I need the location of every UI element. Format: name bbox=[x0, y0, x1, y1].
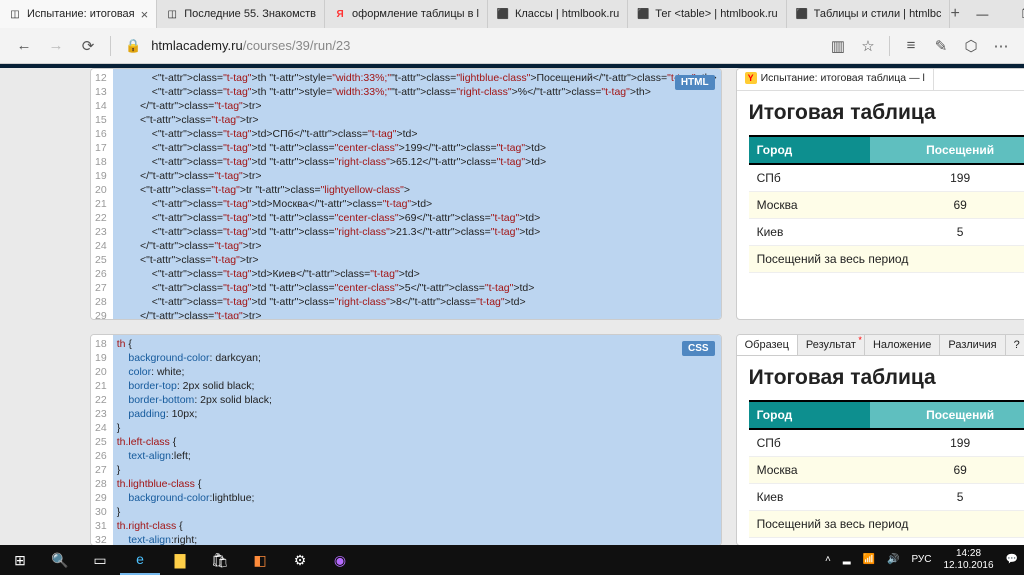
browser-tab-2[interactable]: Яоформление таблицы в l bbox=[325, 0, 488, 28]
reading-mode-icon[interactable]: ▥ bbox=[823, 37, 853, 55]
start-button[interactable]: ⊞ bbox=[0, 545, 40, 575]
favorite-icon[interactable]: ☆ bbox=[853, 37, 883, 55]
address-bar: ← → ⟳ 🔒 htmlacademy.ru/courses/39/run/23… bbox=[0, 28, 1024, 64]
share-icon[interactable]: ⬡ bbox=[956, 37, 986, 55]
divider bbox=[110, 36, 111, 56]
tray-lang[interactable]: РУС bbox=[905, 554, 937, 566]
line-gutter: 1819202122232425262728293031323334353637 bbox=[91, 335, 113, 546]
result-tab-overlay[interactable]: Наложение bbox=[865, 335, 940, 355]
result-tab-sample[interactable]: Образец bbox=[737, 335, 798, 355]
html-badge: HTML bbox=[675, 75, 715, 90]
new-tab-button[interactable]: + bbox=[950, 5, 959, 23]
tab-label: Тег <table> | htmlbook.ru bbox=[655, 8, 777, 20]
settings-icon[interactable]: ⚙ bbox=[280, 545, 320, 575]
explorer-icon[interactable]: ▇ bbox=[160, 545, 200, 575]
lock-icon: 🔒 bbox=[125, 38, 141, 54]
webnote-icon[interactable]: ✎ bbox=[926, 37, 956, 55]
yandex-icon: Y bbox=[745, 72, 757, 84]
result-title: Итоговая таблица bbox=[749, 366, 1024, 390]
tab-label: оформление таблицы в l bbox=[352, 8, 479, 20]
browser-tab-1[interactable]: ◫ Последние 55. Знакомств bbox=[157, 0, 325, 28]
preview-tab[interactable]: Y Испытание: итоговая таблица — l bbox=[737, 69, 934, 90]
back-button[interactable]: ← bbox=[8, 37, 40, 54]
browser-tab-5[interactable]: ⬛ Таблицы и стили | htmlbc bbox=[787, 0, 951, 28]
url-host: htmlacademy.ru bbox=[151, 38, 243, 53]
search-icon[interactable]: 🔍 bbox=[40, 545, 80, 575]
taskview-icon[interactable]: ▭ bbox=[80, 545, 120, 575]
tab-favicon: ⬛ bbox=[636, 7, 650, 21]
css-badge: CSS bbox=[682, 341, 715, 356]
tab-favicon: ⬛ bbox=[795, 7, 809, 21]
preview-tab-label: Испытание: итоговая таблица — l bbox=[761, 72, 925, 84]
tab-favicon: Я bbox=[333, 7, 347, 21]
tab-label: Классы | htmlbook.ru bbox=[515, 8, 619, 20]
tab-favicon: ⬛ bbox=[496, 7, 510, 21]
workspace: HTML 12131415161718192021222324252627282… bbox=[0, 68, 1024, 546]
app-icon[interactable]: ◧ bbox=[240, 545, 280, 575]
result-tabs: Образец Результат Наложение Различия ? bbox=[737, 335, 1024, 356]
tab-favicon: ◫ bbox=[165, 7, 179, 21]
forward-button[interactable]: → bbox=[40, 37, 72, 54]
result-tab-diff[interactable]: Различия bbox=[940, 335, 1005, 355]
html-editor[interactable]: HTML 12131415161718192021222324252627282… bbox=[90, 68, 722, 320]
divider bbox=[889, 36, 890, 56]
edge-icon[interactable]: e bbox=[120, 545, 160, 575]
result-tab-help[interactable]: ? bbox=[1006, 335, 1024, 355]
result-preview: Образец Результат Наложение Различия ? И… bbox=[736, 334, 1024, 546]
tray-battery-icon[interactable]: ▂ bbox=[837, 554, 857, 566]
hub-icon[interactable]: ≡ bbox=[896, 37, 926, 54]
url-field[interactable]: 🔒 htmlacademy.ru/courses/39/run/23 bbox=[117, 38, 823, 54]
browser-tabstrip: ◫ Испытание: итоговая × ◫ Последние 55. Зна… bbox=[0, 0, 1024, 28]
tray-chevron-icon[interactable]: ˄ bbox=[819, 554, 837, 566]
line-gutter: 1213141516171819202122232425262728293031… bbox=[91, 69, 113, 320]
css-editor[interactable]: CSS 181920212223242526272829303132333435… bbox=[90, 334, 722, 546]
code-body-selected[interactable]: <"t-attr">class="t-tag">th "t-attr">styl… bbox=[113, 69, 721, 320]
preview-title: Итоговая таблица bbox=[749, 101, 1024, 125]
minimize-button[interactable]: — bbox=[960, 0, 1005, 28]
result-table: ГородПосещений%СПб19965.12Москва6921.3Ки… bbox=[749, 400, 1024, 538]
browser-tab-3[interactable]: ⬛ Классы | htmlbook.ru bbox=[488, 0, 628, 28]
tray-volume-icon[interactable]: 🔊 bbox=[881, 554, 905, 566]
result-tab-result[interactable]: Результат bbox=[798, 335, 865, 355]
tray-wifi-icon[interactable]: 📶 bbox=[857, 554, 881, 566]
close-icon[interactable]: × bbox=[141, 7, 149, 22]
reference-preview: Y Испытание: итоговая таблица — l Итогова… bbox=[736, 68, 1024, 320]
browser-tab-4[interactable]: ⬛ Тег <table> | htmlbook.ru bbox=[628, 0, 786, 28]
tab-favicon: ◫ bbox=[8, 7, 22, 21]
maximize-button[interactable]: ❐ bbox=[1005, 0, 1024, 28]
code-body-selected[interactable]: th { background-color: darkcyan; color: … bbox=[113, 335, 721, 546]
tab-label: Последние 55. Знакомств bbox=[184, 8, 316, 20]
preview-table: ГородПосещений%СПб19965.12Москва6921.3Ки… bbox=[749, 135, 1024, 273]
preview-tab-bar: Y Испытание: итоговая таблица — l bbox=[737, 69, 1024, 91]
tab-label: Испытание: итоговая bbox=[27, 8, 135, 20]
windows-taskbar: ⊞ 🔍 ▭ e ▇ 🛍 ◧ ⚙ ◉ ˄ ▂ 📶 🔊 РУС 14:2812.10… bbox=[0, 545, 1024, 575]
more-icon[interactable]: ⋯ bbox=[986, 37, 1016, 55]
violet-app-icon[interactable]: ◉ bbox=[320, 545, 360, 575]
tray-clock[interactable]: 14:2812.10.2016 bbox=[937, 548, 999, 572]
url-path: /courses/39/run/23 bbox=[243, 38, 351, 53]
store-icon[interactable]: 🛍 bbox=[200, 545, 240, 575]
tray-notifications-icon[interactable]: 💬 bbox=[1000, 554, 1024, 566]
refresh-button[interactable]: ⟳ bbox=[72, 37, 104, 55]
tab-label: Таблицы и стили | htmlbc bbox=[814, 8, 942, 20]
browser-tab-0[interactable]: ◫ Испытание: итоговая × bbox=[0, 0, 157, 28]
